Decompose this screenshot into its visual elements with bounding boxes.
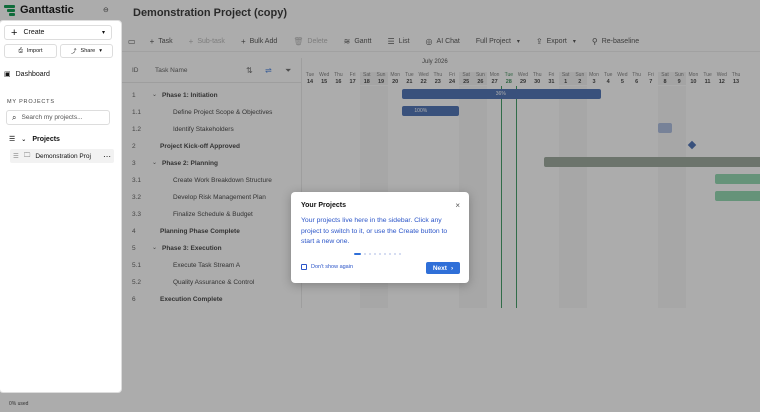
folder-icon: 🗀 [23,151,31,159]
projects-folder[interactable]: ☰ ⌄ Projects [9,135,60,144]
project-item-label: Demonstration Proj [35,152,91,160]
create-label: Create [23,29,45,36]
my-projects-section-label: MY PROJECTS [7,99,55,105]
progress-dot [369,253,371,255]
app-logo: Ganttastic [4,4,74,16]
nav-dashboard[interactable]: ▣ Dashboard [4,70,50,79]
collapse-sidebar-icon[interactable]: ⊖ [103,6,109,14]
next-button[interactable]: Next › [426,262,460,274]
more-options-icon[interactable]: ⋯ [103,152,111,161]
import-icon: ⎙ [18,47,23,54]
project-search-input[interactable] [21,114,102,121]
projects-folder-label: Projects [32,135,60,143]
progress-dot [399,253,401,255]
progress-dot [389,253,391,255]
dont-show-again-checkbox[interactable]: Don't show again [301,264,353,270]
dont-show-again-label: Don't show again [311,264,354,270]
popover-body: Your projects live here in the sidebar. … [301,217,448,245]
progress-dot [394,253,396,255]
tour-progress-dots [354,253,401,255]
progress-dot [364,253,366,255]
import-button[interactable]: ⎙ Import [4,44,57,58]
drag-handle-icon[interactable]: ☰ [13,152,19,160]
share-button[interactable]: ⤴ Share ▾ [60,44,113,58]
dashboard-icon: ▣ [4,71,11,78]
sidebar-project-item[interactable]: ☰ 🗀 Demonstration Proj ⋯ [10,149,114,163]
sidebar: + Create ▾ ⎙ Import ⤴ Share ▾ ▣ Dashboar… [0,21,121,392]
chevron-down-icon[interactable]: ⌄ [21,136,26,143]
project-search: ⌕ [6,110,110,125]
app-name: Ganttastic [20,4,74,16]
progress-dot [379,253,381,255]
chevron-right-icon: › [450,264,454,272]
share-label: Share [80,48,96,54]
storage-usage: 0% used [9,401,29,407]
share-icon: ⤴ [71,49,77,55]
create-button[interactable]: + Create ▾ [4,25,112,40]
drag-handle-icon[interactable]: ☰ [9,135,15,143]
plus-icon: + [11,26,18,39]
close-icon[interactable]: × [455,201,460,210]
chevron-down-icon: ▾ [99,48,102,54]
dashboard-label: Dashboard [15,70,50,78]
search-icon: ⌕ [12,112,17,122]
progress-dot [384,253,386,255]
import-label: Import [26,48,43,54]
progress-dot [374,253,376,255]
progress-dot [354,253,361,255]
chevron-down-icon: ▾ [101,30,105,36]
next-label: Next [432,264,447,272]
checkbox-box[interactable] [301,264,307,270]
popover-title: Your Projects [301,202,346,209]
logo-icon [4,4,15,16]
